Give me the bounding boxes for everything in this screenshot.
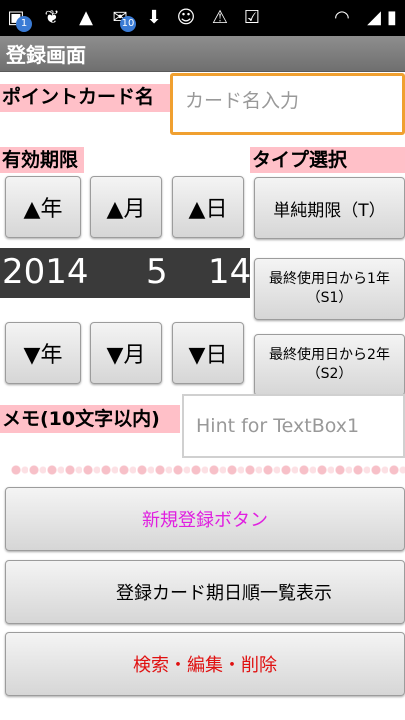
type-s1-button[interactable]: 最終使用日から1年（S1） bbox=[254, 258, 405, 320]
date-display: 2014 5 14 bbox=[0, 248, 252, 298]
year-value: 2014 bbox=[2, 252, 89, 292]
signal-icon: ◢ bbox=[367, 7, 381, 28]
type-select-label: タイプ選択 bbox=[250, 147, 405, 173]
month-down-button[interactable]: ▼月 bbox=[90, 322, 162, 384]
page-title: 登録画面 bbox=[6, 43, 86, 67]
memo-input[interactable]: Hint for TextBox1 bbox=[182, 394, 405, 458]
status-bar: ▣ 1 ❦ ▲ ✉ 10 ⬇ ☺ ⚠ ☑ ◠ ◢ ▮ bbox=[0, 0, 405, 36]
warning-icon: ⚠ bbox=[211, 7, 229, 28]
register-button[interactable]: 新規登録ボタン bbox=[5, 487, 405, 551]
month-up-button[interactable]: ▲月 bbox=[90, 176, 162, 238]
card-name-label: ポイントカード名 bbox=[0, 84, 170, 112]
notification-badge: 1 bbox=[16, 16, 32, 32]
expiry-label: 有効期限 bbox=[0, 147, 84, 173]
mail-icon: ✉ 10 bbox=[108, 6, 136, 32]
wifi-icon: ◠ bbox=[334, 7, 350, 28]
year-up-button[interactable]: ▲年 bbox=[5, 176, 81, 238]
lace-divider bbox=[10, 463, 405, 477]
leaf-icon: ❦ bbox=[44, 7, 60, 28]
battery-icon: ▮ bbox=[387, 7, 397, 28]
memo-label: メモ(10文字以内) bbox=[0, 405, 180, 433]
day-up-button[interactable]: ▲日 bbox=[172, 176, 244, 238]
download-icon: ⬇ bbox=[146, 7, 162, 28]
type-s2-button[interactable]: 最終使用日から2年（S2） bbox=[254, 334, 405, 396]
image-icon: ▲ bbox=[79, 7, 93, 28]
year-down-button[interactable]: ▼年 bbox=[5, 322, 81, 384]
day-value: 14 bbox=[208, 252, 252, 292]
type-t-button[interactable]: 単純期限（T） bbox=[254, 177, 405, 239]
cat-app-icon: ☺ bbox=[176, 7, 196, 28]
list-button[interactable]: 登録カード期日順一覧表示 bbox=[5, 560, 405, 624]
day-down-button[interactable]: ▼日 bbox=[172, 322, 244, 384]
search-edit-delete-button[interactable]: 検索・編集・削除 bbox=[5, 632, 405, 696]
game-controller-icon: ▣ 1 bbox=[4, 6, 32, 32]
title-bar: 登録画面 bbox=[0, 36, 405, 72]
card-name-input[interactable]: カード名入力 bbox=[170, 73, 405, 135]
notification-badge: 10 bbox=[120, 16, 136, 32]
month-value: 5 bbox=[146, 252, 168, 292]
checklist-icon: ☑ bbox=[243, 7, 261, 28]
